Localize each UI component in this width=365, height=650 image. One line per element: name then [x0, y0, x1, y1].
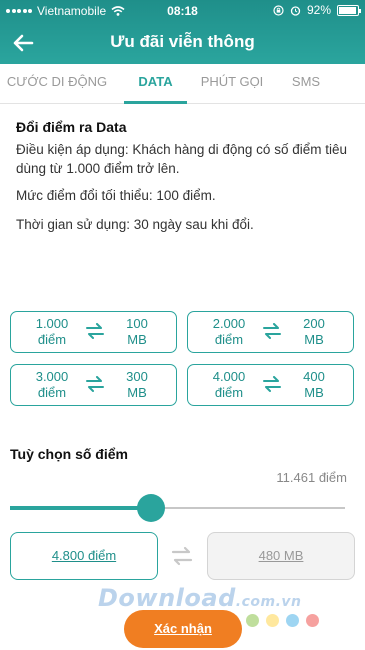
mb-value: 480 MB [258, 548, 304, 563]
usage-time-text: Thời gian sử dụng: 30 ngày sau khi đổi. [16, 217, 254, 232]
option-mb-unit: MB [304, 332, 324, 347]
swap-arrows-icon [263, 376, 281, 392]
option-points: 2.000 [212, 316, 246, 331]
alarm-icon [290, 5, 301, 16]
status-bar: Vietnamobile 08:18 92% [0, 0, 365, 22]
section-title: Đổi điểm ra Data [16, 119, 127, 135]
condition-text: Điều kiện áp dụng: Khách hàng di động có… [16, 142, 347, 176]
lock-rotation-icon [273, 4, 284, 16]
tab-cuoc-di-dong[interactable]: CƯỚC DI ĐỘNG [4, 64, 110, 104]
option-points-unit: điểm [214, 385, 244, 400]
custom-points-title: Tuỳ chọn số điểm [10, 446, 128, 462]
points-input-box[interactable]: 4.800 điểm [10, 532, 158, 580]
option-3000-to-300mb[interactable]: 3.000 điểm 300 MB [10, 364, 177, 406]
points-slider[interactable] [10, 494, 345, 522]
watermark-logo: Download.com.vn [98, 584, 302, 612]
tab-data[interactable]: DATA [124, 64, 187, 104]
option-mb-unit: MB [127, 332, 147, 347]
option-mb: 200 [303, 316, 325, 331]
tab-phut-goi[interactable]: PHÚT GỌI [196, 64, 268, 104]
option-points-unit: điểm [37, 332, 67, 347]
option-2000-to-200mb[interactable]: 2.000 điểm 200 MB [187, 311, 354, 353]
option-mb-unit: MB [127, 385, 147, 400]
exchange-icon [171, 546, 193, 566]
points-value: 4.800 điểm [51, 548, 117, 563]
battery-icon [337, 4, 361, 16]
option-points-unit: điểm [37, 385, 67, 400]
option-points: 3.000 [35, 369, 69, 384]
slider-thumb[interactable] [136, 494, 165, 522]
page-title: Ưu đãi viễn thông [110, 32, 255, 51]
option-mb: 400 [303, 369, 325, 384]
confirm-button[interactable]: Xác nhận [124, 610, 242, 648]
battery-percent: 92% [306, 3, 331, 17]
swap-arrows-icon [263, 323, 281, 339]
option-4000-to-400mb[interactable]: 4.000 điểm 400 MB [187, 364, 354, 406]
option-points: 4.000 [212, 369, 246, 384]
slider-fill [10, 506, 151, 510]
min-points-text: Mức điểm đổi tối thiểu: 100 điểm. [16, 188, 216, 203]
tab-bar: CƯỚC DI ĐỘNG DATA PHÚT GỌI SMS [0, 64, 365, 104]
swap-arrows-icon [86, 323, 104, 339]
option-mb: 100 [126, 316, 148, 331]
option-points: 1.000 [35, 316, 69, 331]
option-mb: 300 [126, 369, 148, 384]
max-points-label: 11.461 điểm [276, 470, 347, 485]
tab-sms[interactable]: SMS [280, 64, 332, 104]
mb-output-box: 480 MB [207, 532, 355, 580]
title-bar: Ưu đãi viễn thông [0, 22, 365, 64]
option-1000-to-100mb[interactable]: 1.000 điểm 100 MB [10, 311, 177, 353]
option-points-unit: điểm [214, 332, 244, 347]
swap-arrows-icon [86, 376, 104, 392]
option-mb-unit: MB [304, 385, 324, 400]
